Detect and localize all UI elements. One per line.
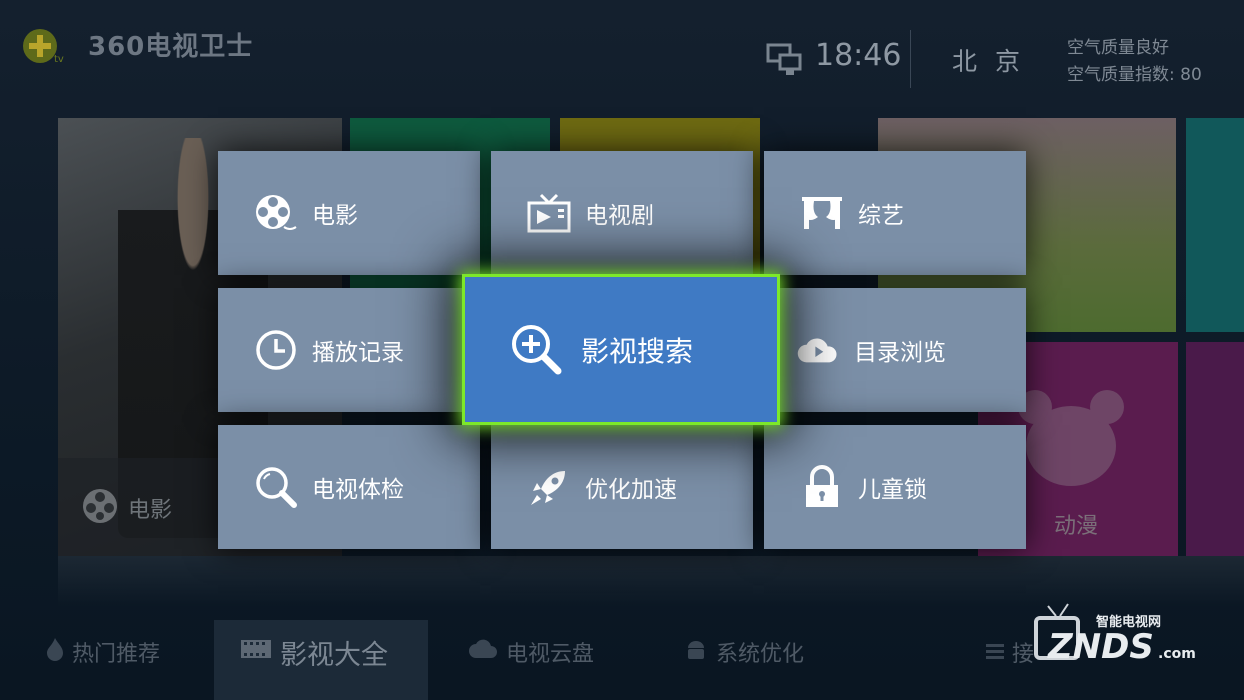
nav-label: 热门推荐 [72, 642, 161, 667]
city-name: 北京 [952, 47, 1039, 76]
menu-label: 电视体检 [312, 477, 404, 503]
menu-label: 优化加速 [585, 477, 677, 503]
znds-watermark: 智能电视网 ZNDS .com [1034, 602, 1234, 670]
app-logo: tv [20, 26, 66, 66]
cloud-play-icon [796, 328, 840, 372]
menu-label: 影视搜索 [581, 334, 694, 368]
menu-variety[interactable]: 综艺 [764, 151, 1026, 275]
cloud-icon [468, 639, 498, 665]
svg-text:tv: tv [54, 54, 64, 65]
android-icon [684, 637, 708, 667]
air-quality-status: 空气质量良好 [1067, 38, 1169, 58]
nav-label: 系统优化 [716, 642, 805, 667]
menu-movies[interactable]: 电影 [218, 151, 480, 275]
clock: 18:46 [815, 38, 902, 73]
stage-curtain-icon [800, 191, 844, 235]
menu-label: 目录浏览 [854, 340, 946, 366]
bear-icon [1018, 390, 1124, 486]
nav-tv-cloud[interactable]: 电视云盘 [468, 622, 594, 682]
watermark-suffix: .com [1158, 646, 1196, 662]
rocket-icon [527, 465, 571, 509]
menu-video-search[interactable]: 影视搜索 [462, 274, 780, 425]
app-title: 360电视卫士 [88, 32, 254, 62]
nav-label: 接 [1012, 642, 1035, 667]
menu-icon [986, 640, 1004, 665]
header-divider [910, 30, 911, 88]
menu-play-history[interactable]: 播放记录 [218, 288, 480, 412]
content-tile[interactable] [1186, 342, 1244, 556]
menu-child-lock[interactable]: 儿童锁 [764, 425, 1026, 549]
menu-label: 儿童锁 [858, 477, 927, 503]
zoom-in-icon [509, 322, 565, 378]
nav-label: 影视大全 [280, 639, 388, 671]
nav-system-optimize[interactable]: 系统优化 [684, 622, 804, 682]
watermark-brand: ZNDS [1047, 627, 1154, 667]
menu-tv-series[interactable]: 电视剧 [491, 151, 753, 275]
tile-reflection [58, 556, 1244, 606]
nav-movies-tv[interactable]: 影视大全 [240, 622, 388, 682]
cartoon-label: 动漫 [1054, 514, 1099, 539]
menu-label: 电视剧 [585, 203, 654, 229]
air-quality-index: 空气质量指数: 80 [1067, 65, 1202, 85]
menu-label: 播放记录 [312, 340, 404, 366]
menu-label: 综艺 [858, 203, 904, 229]
poster-label: 电影 [128, 498, 173, 523]
flame-icon [46, 637, 64, 667]
nav-hot-picks[interactable]: 热门推荐 [46, 622, 160, 682]
menu-label: 电影 [312, 203, 358, 229]
network-icon [766, 43, 802, 77]
content-tile[interactable] [1186, 118, 1244, 332]
menu-tv-checkup[interactable]: 电视体检 [218, 425, 480, 549]
film-strip-icon [240, 637, 272, 668]
film-reel-icon [254, 191, 298, 235]
menu-optimize-speed[interactable]: 优化加速 [491, 425, 753, 549]
menu-catalog-browse[interactable]: 目录浏览 [764, 288, 1026, 412]
nav-more[interactable]: 接 [986, 622, 1034, 682]
magnifier-icon [254, 465, 298, 509]
clock-icon [254, 328, 298, 372]
nav-label: 电视云盘 [506, 642, 595, 667]
lock-icon [800, 465, 844, 509]
tv-icon [527, 191, 571, 235]
film-reel-icon [80, 486, 120, 530]
